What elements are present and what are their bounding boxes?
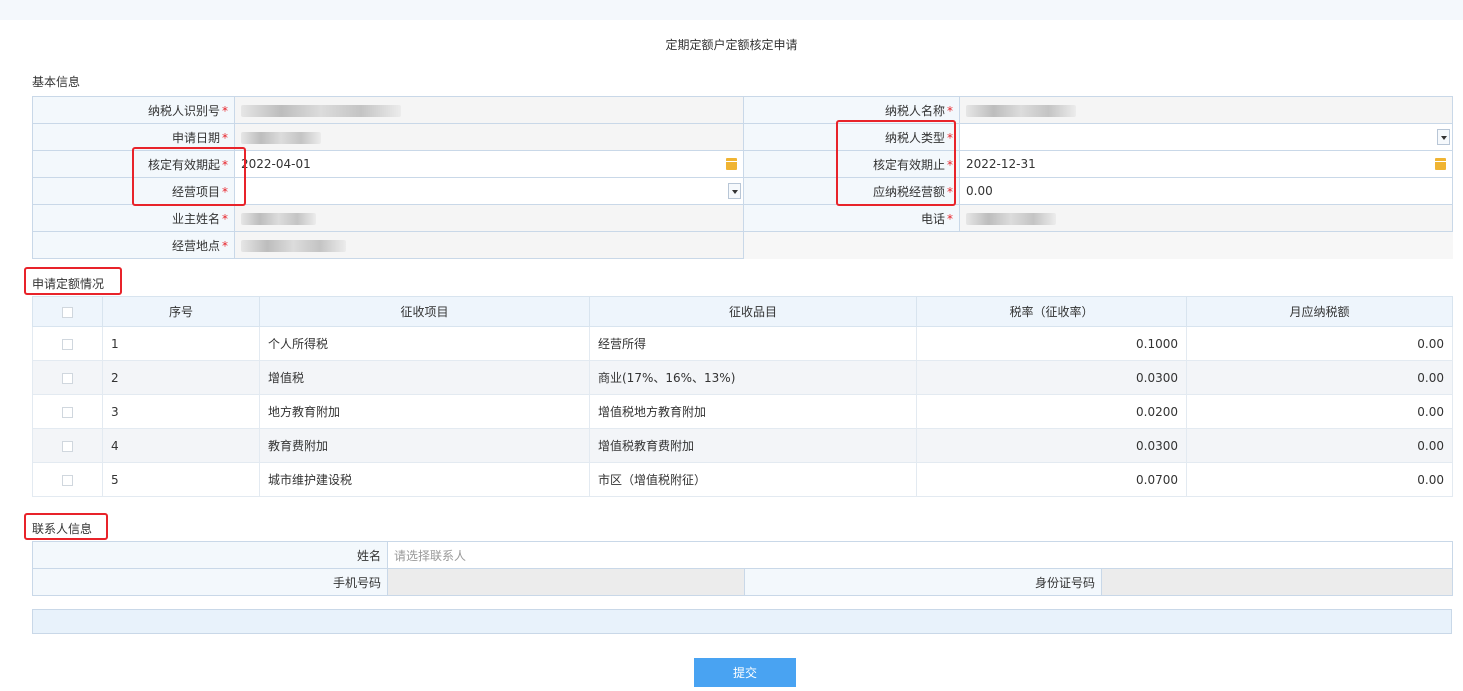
taxpayer-id-label: 纳税人识别号 *: [32, 96, 235, 124]
row-rate: 0.1000: [916, 326, 1187, 361]
table-row[interactable]: 5 城市维护建设税 市区（增值税附征） 0.0700 0.00: [32, 462, 1453, 497]
row-no: 4: [102, 428, 260, 463]
chevron-down-icon[interactable]: [1437, 129, 1450, 145]
row-monthly-tax: 0.00: [1186, 360, 1453, 395]
row-checkbox[interactable]: [32, 360, 103, 395]
row-monthly-tax: 0.00: [1186, 326, 1453, 361]
basic-info-form: 纳税人识别号 * 纳税人名称 * 申请日期 * 纳税人类型 * 核定有效期起 * 2022…: [32, 96, 1453, 259]
id-card-value: [1100, 568, 1454, 596]
table-row[interactable]: 2 增值税 商业(17%、16%、13%) 0.0300 0.00: [32, 360, 1453, 395]
apply-date-value: [234, 123, 744, 151]
owner-name-value: [234, 204, 744, 232]
taxable-amount-label: 应纳税经营额 *: [743, 177, 960, 205]
business-location-label: 经营地点 *: [32, 231, 235, 259]
row-category: 增值税教育费附加: [589, 428, 917, 463]
taxpayer-id-value: [234, 96, 744, 124]
select-all-checkbox[interactable]: [32, 296, 103, 327]
table-header-row: 序号 征收项目 征收品目 税率（征收率） 月应纳税额: [32, 296, 1453, 327]
row-monthly-tax: 0.00: [1186, 428, 1453, 463]
column-header: 月应纳税额: [1186, 296, 1453, 327]
row-rate: 0.0700: [916, 462, 1187, 497]
chevron-down-icon[interactable]: [728, 183, 741, 199]
row-checkbox[interactable]: [32, 394, 103, 429]
column-header: 征收品目: [589, 296, 917, 327]
row-no: 5: [102, 462, 260, 497]
table-row[interactable]: 1 个人所得税 经营所得 0.1000 0.00: [32, 326, 1453, 361]
apply-date-label: 申请日期 *: [32, 123, 235, 151]
row-monthly-tax: 0.00: [1186, 394, 1453, 429]
contact-section-title: 联系人信息: [32, 522, 93, 536]
table-row[interactable]: 4 教育费附加 增值税教育费附加 0.0300 0.00: [32, 428, 1453, 463]
row-no: 2: [102, 360, 260, 395]
taxpayer-type-label: 纳税人类型 *: [743, 123, 960, 151]
mobile-value: [387, 568, 745, 596]
row-rate: 0.0300: [916, 360, 1187, 395]
column-header: 序号: [102, 296, 260, 327]
page-title: 定期定额户定额核定申请: [665, 38, 798, 52]
row-checkbox[interactable]: [32, 428, 103, 463]
quota-table: 序号 征收项目 征收品目 税率（征收率） 月应纳税额 1 个人所得税 经营所得 …: [32, 296, 1453, 497]
empty-cell: [743, 231, 1453, 259]
submit-button[interactable]: 提交: [694, 658, 796, 687]
column-header: 税率（征收率）: [916, 296, 1187, 327]
row-category: 经营所得: [589, 326, 917, 361]
valid-to-input[interactable]: 2022-12-31: [959, 150, 1453, 178]
business-item-label: 经营项目 *: [32, 177, 235, 205]
row-item: 城市维护建设税: [259, 462, 590, 497]
calendar-icon[interactable]: [726, 158, 737, 170]
footer-bar: [32, 609, 1452, 634]
row-rate: 0.0200: [916, 394, 1187, 429]
taxpayer-name-value: [959, 96, 1453, 124]
table-row[interactable]: 3 地方教育附加 增值税地方教育附加 0.0200 0.00: [32, 394, 1453, 429]
column-header: 征收项目: [259, 296, 590, 327]
row-item: 个人所得税: [259, 326, 590, 361]
basic-info-title: 基本信息: [32, 75, 81, 89]
valid-from-input[interactable]: 2022-04-01: [234, 150, 744, 178]
contact-form: 姓名 请选择联系人 手机号码 身份证号码: [32, 541, 1454, 596]
business-location-value: [234, 231, 744, 259]
taxpayer-name-label: 纳税人名称 *: [743, 96, 960, 124]
phone-value: [959, 204, 1453, 232]
top-bar: [0, 0, 1463, 20]
row-no: 3: [102, 394, 260, 429]
id-card-label: 身份证号码: [744, 568, 1102, 596]
contact-name-label: 姓名: [32, 541, 388, 569]
row-item: 教育费附加: [259, 428, 590, 463]
valid-to-label: 核定有效期止 *: [743, 150, 960, 178]
business-item-select[interactable]: [234, 177, 744, 205]
taxpayer-type-select[interactable]: [959, 123, 1453, 151]
row-category: 商业(17%、16%、13%): [589, 360, 917, 395]
row-rate: 0.0300: [916, 428, 1187, 463]
row-category: 增值税地方教育附加: [589, 394, 917, 429]
row-checkbox[interactable]: [32, 326, 103, 361]
row-checkbox[interactable]: [32, 462, 103, 497]
calendar-icon[interactable]: [1435, 158, 1446, 170]
owner-name-label: 业主姓名 *: [32, 204, 235, 232]
phone-label: 电话 *: [743, 204, 960, 232]
row-monthly-tax: 0.00: [1186, 462, 1453, 497]
row-category: 市区（增值税附征）: [589, 462, 917, 497]
quota-section-title: 申请定额情况: [32, 277, 105, 291]
row-item: 增值税: [259, 360, 590, 395]
contact-name-input[interactable]: 请选择联系人: [386, 541, 1454, 569]
valid-from-label: 核定有效期起 *: [32, 150, 235, 178]
row-item: 地方教育附加: [259, 394, 590, 429]
mobile-label: 手机号码: [32, 568, 388, 596]
row-no: 1: [102, 326, 260, 361]
taxable-amount-input[interactable]: 0.00: [959, 177, 1453, 205]
